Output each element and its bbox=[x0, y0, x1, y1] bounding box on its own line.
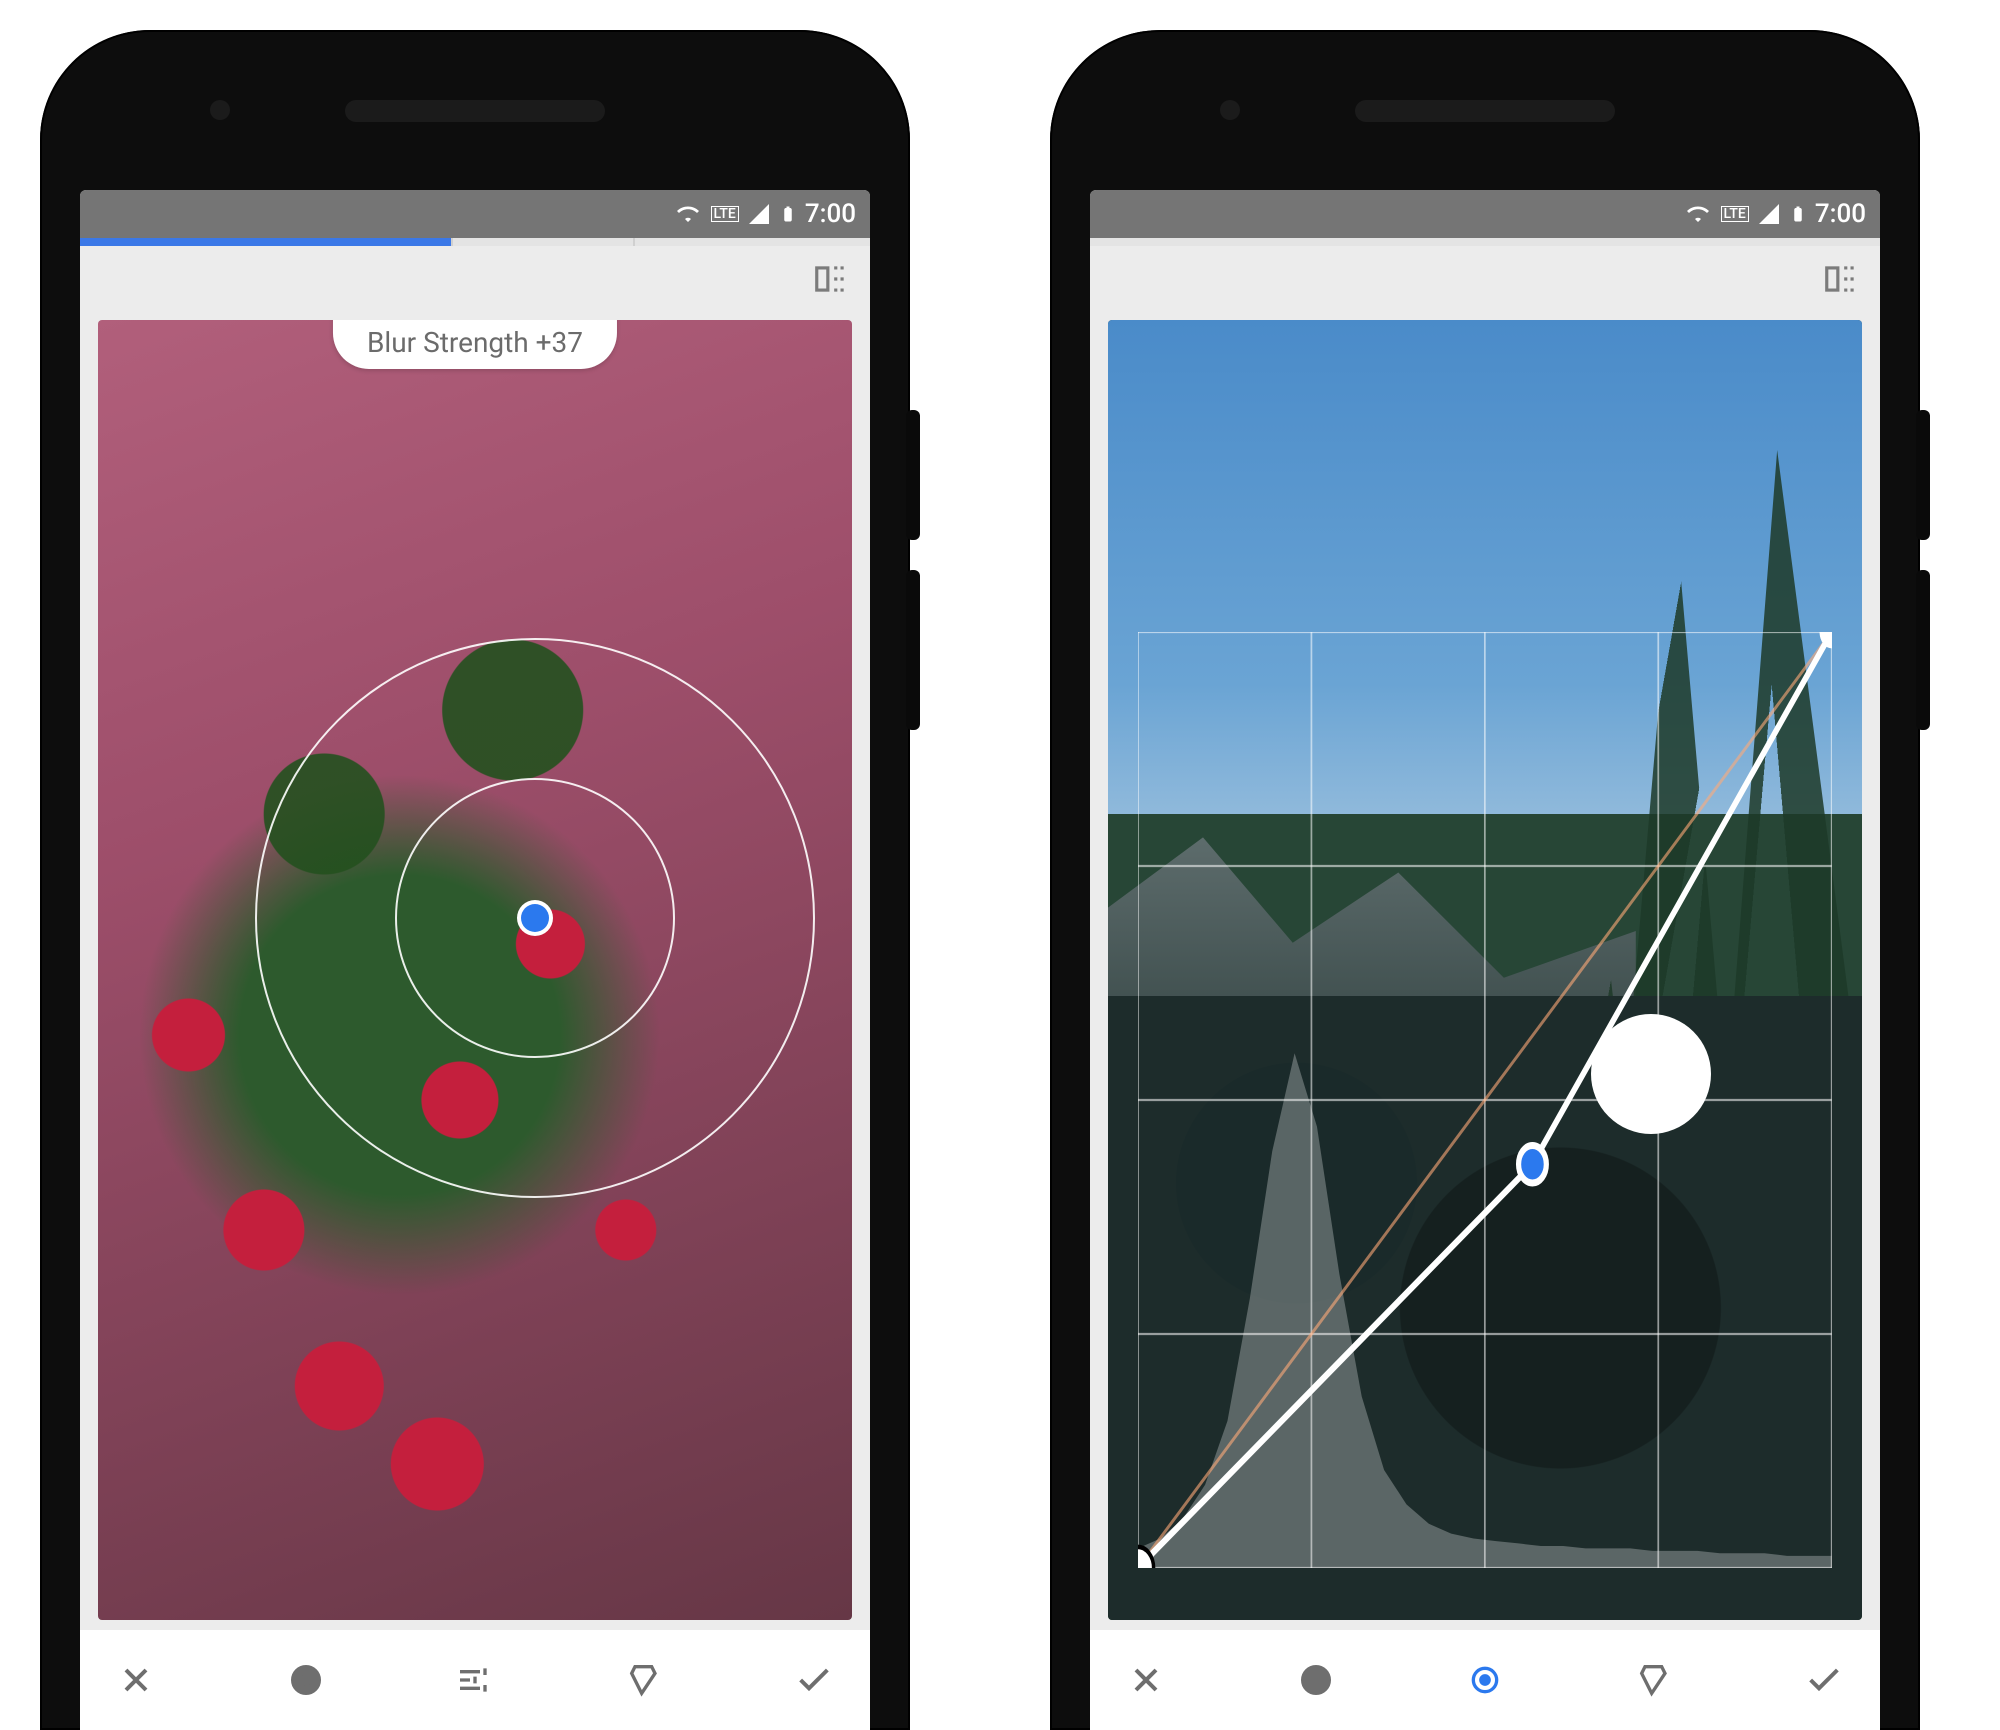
signal-icon bbox=[747, 202, 771, 226]
earpiece bbox=[345, 100, 605, 122]
rgb-channel-button[interactable] bbox=[1463, 1658, 1507, 1702]
screen-left: LTE 7:00 Blur Strength +37 bbox=[80, 190, 870, 1730]
close-button[interactable] bbox=[1124, 1658, 1168, 1702]
image-canvas[interactable]: Blur Strength +37 bbox=[98, 320, 852, 1620]
styles-button[interactable] bbox=[1633, 1658, 1677, 1702]
apply-button[interactable] bbox=[1802, 1658, 1846, 1702]
curve-control-point[interactable] bbox=[1519, 1146, 1547, 1183]
network-label: LTE bbox=[1721, 206, 1749, 222]
compare-button[interactable] bbox=[1822, 260, 1860, 298]
value-slider bbox=[1090, 238, 1880, 246]
front-camera bbox=[1220, 100, 1240, 120]
close-button[interactable] bbox=[114, 1658, 158, 1702]
battery-icon bbox=[779, 201, 797, 227]
value-pill: Blur Strength +37 bbox=[333, 320, 617, 369]
clock: 7:00 bbox=[805, 199, 856, 229]
earpiece bbox=[1355, 100, 1615, 122]
power-button bbox=[906, 410, 920, 540]
bottom-actions bbox=[80, 1630, 870, 1730]
luminance-channel-button[interactable] bbox=[1294, 1658, 1338, 1702]
status-bar: LTE 7:00 bbox=[1090, 190, 1880, 238]
compare-button[interactable] bbox=[812, 260, 850, 298]
photo-flowers bbox=[98, 320, 852, 1620]
touch-indicator bbox=[1591, 1014, 1711, 1134]
screen-right: LTE 7:00 bbox=[1090, 190, 1880, 1730]
top-toolbar bbox=[1090, 246, 1880, 312]
power-button bbox=[1916, 410, 1930, 540]
front-camera bbox=[210, 100, 230, 120]
curves-editor[interactable] bbox=[1138, 632, 1832, 1568]
volume-button bbox=[1916, 570, 1930, 730]
styles-button[interactable] bbox=[623, 1658, 667, 1702]
status-bar: LTE 7:00 bbox=[80, 190, 870, 238]
focus-shape-button[interactable] bbox=[284, 1658, 328, 1702]
volume-button bbox=[906, 570, 920, 730]
battery-icon bbox=[1789, 201, 1807, 227]
apply-button[interactable] bbox=[792, 1658, 836, 1702]
wifi-icon bbox=[673, 202, 703, 226]
signal-icon bbox=[1757, 202, 1781, 226]
tune-button[interactable] bbox=[453, 1658, 497, 1702]
clock: 7:00 bbox=[1815, 199, 1866, 229]
phone-right: LTE 7:00 bbox=[1050, 30, 1920, 1730]
wifi-icon bbox=[1683, 202, 1713, 226]
phone-left: LTE 7:00 Blur Strength +37 bbox=[40, 30, 910, 1730]
value-pill-text: Blur Strength +37 bbox=[367, 326, 583, 359]
top-toolbar bbox=[80, 246, 870, 312]
image-canvas[interactable] bbox=[1108, 320, 1862, 1620]
network-label: LTE bbox=[711, 206, 739, 222]
bottom-actions bbox=[1090, 1630, 1880, 1730]
value-slider[interactable] bbox=[80, 238, 870, 246]
